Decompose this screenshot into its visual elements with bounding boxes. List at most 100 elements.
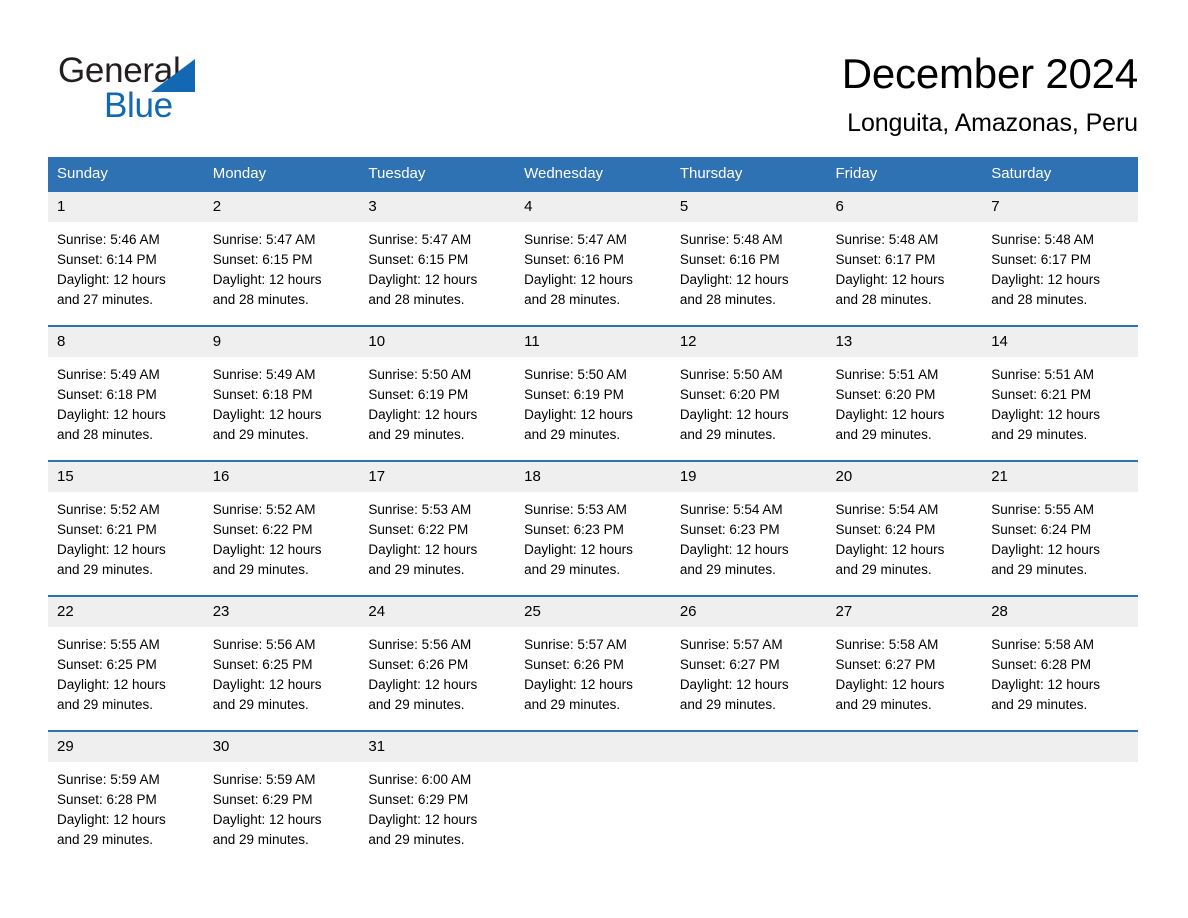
day-box: 12 Sunrise: 5:50 AM Sunset: 6:20 PM Dayligh…	[670, 327, 827, 460]
calendar-day-cell[interactable]: 14 Sunrise: 5:51 AM Sunset: 6:21 PM Dayligh…	[982, 325, 1138, 461]
day-number	[982, 732, 1138, 762]
day-number: 27	[826, 597, 983, 627]
day-sunset-text: Sunset: 6:21 PM	[991, 387, 1092, 402]
day-box: 25 Sunrise: 5:57 AM Sunset: 6:26 PM Dayligh…	[515, 597, 671, 730]
calendar-day-cell[interactable]: 11 Sunrise: 5:50 AM Sunset: 6:19 PM Dayligh…	[515, 325, 671, 461]
day-details: Sunrise: 5:48 AM Sunset: 6:17 PM Daylight:…	[827, 222, 983, 310]
day-daylight-line2-text: and 28 minutes.	[212, 292, 309, 307]
calendar-week-row: 8 Sunrise: 5:49 AM Sunset: 6:18 PM Daylight…	[48, 325, 1138, 461]
day-box: 6 Sunrise: 5:48 AM Sunset: 6:17 PM Daylight…	[826, 192, 983, 325]
day-sunrise-text: Sunrise: 5:50 AM	[524, 367, 627, 382]
day-sunset-text: Sunset: 6:29 PM	[368, 792, 469, 807]
calendar-day-cell[interactable]: 26 Sunrise: 5:57 AM Sunset: 6:27 PM Dayligh…	[670, 595, 827, 731]
day-number: 21	[982, 462, 1138, 492]
calendar-day-cell[interactable]: 18 Sunrise: 5:53 AM Sunset: 6:23 PM Dayligh…	[515, 460, 671, 596]
calendar-day-cell[interactable]: 6 Sunrise: 5:48 AM Sunset: 6:17 PM Daylight…	[826, 192, 983, 326]
day-daylight-line2-text: and 28 minutes.	[57, 427, 154, 442]
day-details: Sunrise: 5:57 AM Sunset: 6:27 PM Daylight:…	[671, 627, 827, 715]
calendar-day-cell[interactable]: 1 Sunrise: 5:46 AM Sunset: 6:14 PM Daylight…	[48, 192, 204, 326]
calendar-day-cell[interactable]: 4 Sunrise: 5:47 AM Sunset: 6:16 PM Daylight…	[515, 192, 671, 326]
day-number: 7	[982, 192, 1138, 222]
calendar-day-cell[interactable]: 8 Sunrise: 5:49 AM Sunset: 6:18 PM Daylight…	[48, 325, 204, 461]
calendar-body: 1 Sunrise: 5:46 AM Sunset: 6:14 PM Daylight…	[48, 192, 1138, 865]
calendar-day-cell[interactable]: 29 Sunrise: 5:59 AM Sunset: 6:28 PM Dayligh…	[48, 730, 204, 865]
day-daylight-line1-text: Daylight: 12 hours	[835, 542, 945, 557]
calendar-day-cell[interactable]: 5 Sunrise: 5:48 AM Sunset: 6:16 PM Daylight…	[670, 192, 827, 326]
day-daylight-line2-text: and 29 minutes.	[835, 427, 932, 442]
day-details: Sunrise: 5:55 AM Sunset: 6:25 PM Daylight:…	[48, 627, 204, 715]
day-daylight-line1-text: Daylight: 12 hours	[368, 272, 478, 287]
day-daylight-line1-text: Daylight: 12 hours	[679, 542, 789, 557]
day-sunset-text: Sunset: 6:26 PM	[368, 657, 469, 672]
day-box: 15 Sunrise: 5:52 AM Sunset: 6:21 PM Dayligh…	[48, 462, 204, 595]
day-number: 12	[670, 327, 827, 357]
day-box: 31 Sunrise: 6:00 AM Sunset: 6:29 PM Dayligh…	[359, 732, 516, 865]
day-daylight-line2-text: and 29 minutes.	[57, 832, 154, 847]
day-sunrise-text: Sunrise: 5:47 AM	[524, 232, 627, 247]
day-number: 15	[48, 462, 204, 492]
calendar-day-cell[interactable]: 17 Sunrise: 5:53 AM Sunset: 6:22 PM Dayligh…	[359, 460, 516, 596]
day-daylight-line1-text: Daylight: 12 hours	[57, 272, 166, 287]
day-sunset-text: Sunset: 6:28 PM	[57, 792, 157, 807]
day-box	[982, 732, 1138, 865]
day-daylight-line2-text: and 29 minutes.	[524, 562, 621, 577]
day-box: 18 Sunrise: 5:53 AM Sunset: 6:23 PM Dayligh…	[515, 462, 671, 595]
weekday-header-monday: Monday	[203, 157, 360, 192]
day-box: 3 Sunrise: 5:47 AM Sunset: 6:15 PM Daylight…	[359, 192, 516, 325]
day-box: 10 Sunrise: 5:50 AM Sunset: 6:19 PM Dayligh…	[359, 327, 516, 460]
day-number: 13	[826, 327, 983, 357]
day-details: Sunrise: 5:48 AM Sunset: 6:17 PM Daylight:…	[982, 222, 1138, 310]
day-sunrise-text: Sunrise: 5:56 AM	[212, 637, 316, 652]
day-daylight-line2-text: and 28 minutes.	[524, 292, 621, 307]
day-daylight-line2-text: and 28 minutes.	[368, 292, 465, 307]
calendar-day-cell[interactable]: 19 Sunrise: 5:54 AM Sunset: 6:23 PM Dayligh…	[670, 460, 827, 596]
day-box	[670, 732, 827, 865]
day-daylight-line2-text: and 29 minutes.	[212, 697, 309, 712]
calendar-day-cell[interactable]: 15 Sunrise: 5:52 AM Sunset: 6:21 PM Dayligh…	[48, 460, 204, 596]
day-sunset-text: Sunset: 6:27 PM	[679, 657, 780, 672]
calendar-day-cell[interactable]: 12 Sunrise: 5:50 AM Sunset: 6:20 PM Dayligh…	[670, 325, 827, 461]
day-daylight-line2-text: and 29 minutes.	[991, 697, 1088, 712]
day-box: 9 Sunrise: 5:49 AM Sunset: 6:18 PM Daylight…	[203, 327, 360, 460]
day-daylight-line2-text: and 28 minutes.	[679, 292, 776, 307]
calendar-day-cell[interactable]: 16 Sunrise: 5:52 AM Sunset: 6:22 PM Dayligh…	[203, 460, 360, 596]
day-sunrise-text: Sunrise: 5:50 AM	[679, 367, 783, 382]
day-sunset-text: Sunset: 6:24 PM	[991, 522, 1092, 537]
calendar-day-cell[interactable]: 31 Sunrise: 6:00 AM Sunset: 6:29 PM Dayligh…	[359, 730, 516, 865]
logo-text-blue: Blue	[104, 86, 173, 125]
day-box: 30 Sunrise: 5:59 AM Sunset: 6:29 PM Dayligh…	[203, 732, 360, 865]
day-daylight-line1-text: Daylight: 12 hours	[368, 542, 478, 557]
calendar-day-cell[interactable]: 2 Sunrise: 5:47 AM Sunset: 6:15 PM Daylight…	[203, 192, 360, 326]
calendar-day-cell[interactable]: 13 Sunrise: 5:51 AM Sunset: 6:20 PM Dayligh…	[826, 325, 983, 461]
calendar-day-cell[interactable]: 27 Sunrise: 5:58 AM Sunset: 6:27 PM Dayligh…	[826, 595, 983, 731]
generalblue-logo[interactable]: General Blue	[58, 52, 318, 125]
day-details: Sunrise: 6:00 AM Sunset: 6:29 PM Daylight:…	[359, 762, 515, 850]
calendar-day-cell[interactable]: 21 Sunrise: 5:55 AM Sunset: 6:24 PM Dayligh…	[982, 460, 1138, 596]
calendar-day-cell[interactable]: 22 Sunrise: 5:55 AM Sunset: 6:25 PM Dayligh…	[48, 595, 204, 731]
day-daylight-line2-text: and 29 minutes.	[524, 427, 621, 442]
day-daylight-line1-text: Daylight: 12 hours	[368, 812, 478, 827]
day-number: 30	[203, 732, 360, 762]
calendar-day-cell[interactable]: 28 Sunrise: 5:58 AM Sunset: 6:28 PM Dayligh…	[982, 595, 1138, 731]
calendar-day-cell[interactable]: 3 Sunrise: 5:47 AM Sunset: 6:15 PM Daylight…	[359, 192, 516, 326]
day-number: 2	[203, 192, 360, 222]
calendar-day-cell[interactable]: 20 Sunrise: 5:54 AM Sunset: 6:24 PM Dayligh…	[826, 460, 983, 596]
day-number: 14	[982, 327, 1138, 357]
calendar-day-cell[interactable]: 23 Sunrise: 5:56 AM Sunset: 6:25 PM Dayligh…	[203, 595, 360, 731]
calendar-day-cell[interactable]: 10 Sunrise: 5:50 AM Sunset: 6:19 PM Dayligh…	[359, 325, 516, 461]
calendar-day-cell[interactable]: 24 Sunrise: 5:56 AM Sunset: 6:26 PM Dayligh…	[359, 595, 516, 731]
day-daylight-line2-text: and 29 minutes.	[368, 427, 465, 442]
day-details: Sunrise: 5:55 AM Sunset: 6:24 PM Daylight:…	[982, 492, 1138, 580]
day-details: Sunrise: 5:48 AM Sunset: 6:16 PM Daylight:…	[671, 222, 827, 310]
day-sunset-text: Sunset: 6:19 PM	[368, 387, 469, 402]
day-sunrise-text: Sunrise: 5:56 AM	[368, 637, 472, 652]
calendar-day-cell[interactable]: 25 Sunrise: 5:57 AM Sunset: 6:26 PM Dayligh…	[515, 595, 671, 731]
day-details: Sunrise: 5:47 AM Sunset: 6:15 PM Daylight:…	[204, 222, 360, 310]
calendar-header-row: Sunday Monday Tuesday Wednesday Thursday…	[48, 157, 1138, 192]
calendar-day-cell[interactable]: 9 Sunrise: 5:49 AM Sunset: 6:18 PM Daylight…	[203, 325, 360, 461]
title-block: December 2024 Longuita, Amazonas, Peru	[842, 48, 1138, 140]
day-daylight-line1-text: Daylight: 12 hours	[212, 542, 322, 557]
day-number: 19	[670, 462, 827, 492]
calendar-day-cell[interactable]: 7 Sunrise: 5:48 AM Sunset: 6:17 PM Daylight…	[982, 192, 1138, 326]
calendar-day-cell[interactable]: 30 Sunrise: 5:59 AM Sunset: 6:29 PM Dayligh…	[203, 730, 360, 865]
